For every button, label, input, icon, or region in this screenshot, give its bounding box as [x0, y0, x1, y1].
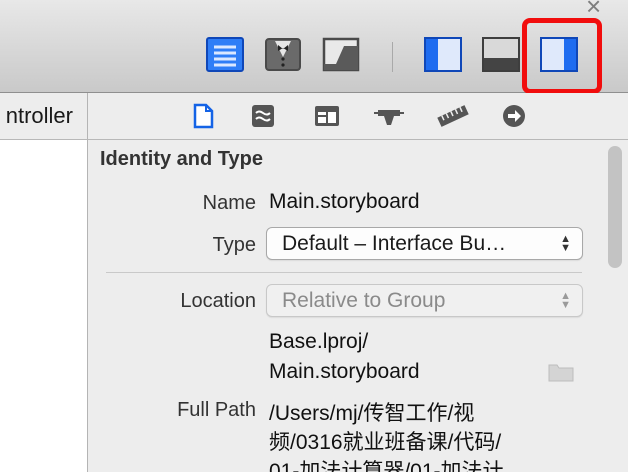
file-inspector-panel: Identity and Type Name Main.storyboard T… [88, 140, 628, 472]
popup-arrows-icon: ▲ ▼ [560, 233, 571, 254]
scrollbar-thumb[interactable] [608, 146, 622, 268]
left-pane-header: ntroller [0, 93, 88, 139]
section-title: Identity and Type [100, 148, 263, 170]
ruler-icon [437, 105, 469, 127]
tab-size-inspector[interactable] [436, 103, 469, 129]
full-path-label: Full Path [177, 399, 256, 421]
location-label: Location [180, 290, 256, 312]
tab-quick-help[interactable] [248, 103, 278, 129]
full-path-line3: 01-加法计算器/01-加法计 [269, 460, 504, 472]
debug-area-toggle-button[interactable] [482, 37, 520, 72]
version-editor-button[interactable] [322, 37, 360, 72]
assistant-editor-icon [265, 38, 301, 71]
navigator-panel-icon [424, 37, 462, 72]
standard-editor-button[interactable] [206, 37, 244, 72]
left-pane-header-text: ntroller [5, 103, 73, 128]
attributes-icon [374, 110, 404, 125]
popup-arrows-icon: ▲ ▼ [560, 290, 571, 311]
tab-connections-inspector[interactable] [500, 103, 530, 129]
assistant-editor-button[interactable] [264, 37, 302, 72]
tab-file-inspector[interactable] [188, 103, 218, 129]
standard-editor-icon [206, 37, 244, 72]
inspector-tab-bar: ntroller [0, 93, 628, 140]
location-popup-value: Relative to Group [282, 289, 446, 312]
identity-icon [315, 106, 339, 126]
tab-attributes-inspector[interactable] [374, 103, 404, 129]
folder-icon[interactable] [548, 362, 574, 382]
close-icon[interactable]: × [586, 0, 612, 19]
navigator-toggle-button[interactable] [424, 37, 462, 72]
type-label: Type [212, 234, 256, 256]
full-path-line2: 频/0316就业班备课/代码/ [269, 431, 502, 454]
location-popup[interactable]: Relative to Group ▲ ▼ [266, 284, 583, 317]
relative-path-line2: Main.storyboard [269, 360, 420, 383]
version-editor-icon [322, 37, 360, 72]
type-popup[interactable]: Default – Interface Bu… ▲ ▼ [266, 227, 583, 260]
arrow-circle-icon [503, 105, 525, 127]
name-label: Name [202, 192, 256, 214]
toolbar-separator [392, 42, 393, 72]
full-path-line1: /Users/mj/传智工作/视 [269, 402, 475, 425]
relative-path-line1: Base.lproj/ [269, 330, 369, 353]
left-pane [0, 140, 88, 472]
section-divider [106, 272, 582, 273]
file-icon [193, 103, 214, 129]
debug-panel-icon [482, 37, 520, 72]
type-popup-value: Default – Interface Bu… [282, 232, 507, 255]
tab-identity-inspector[interactable] [312, 103, 342, 129]
highlight-annotation-box [522, 18, 602, 94]
name-field[interactable]: Main.storyboard [269, 190, 420, 214]
quick-help-icon [252, 105, 274, 127]
